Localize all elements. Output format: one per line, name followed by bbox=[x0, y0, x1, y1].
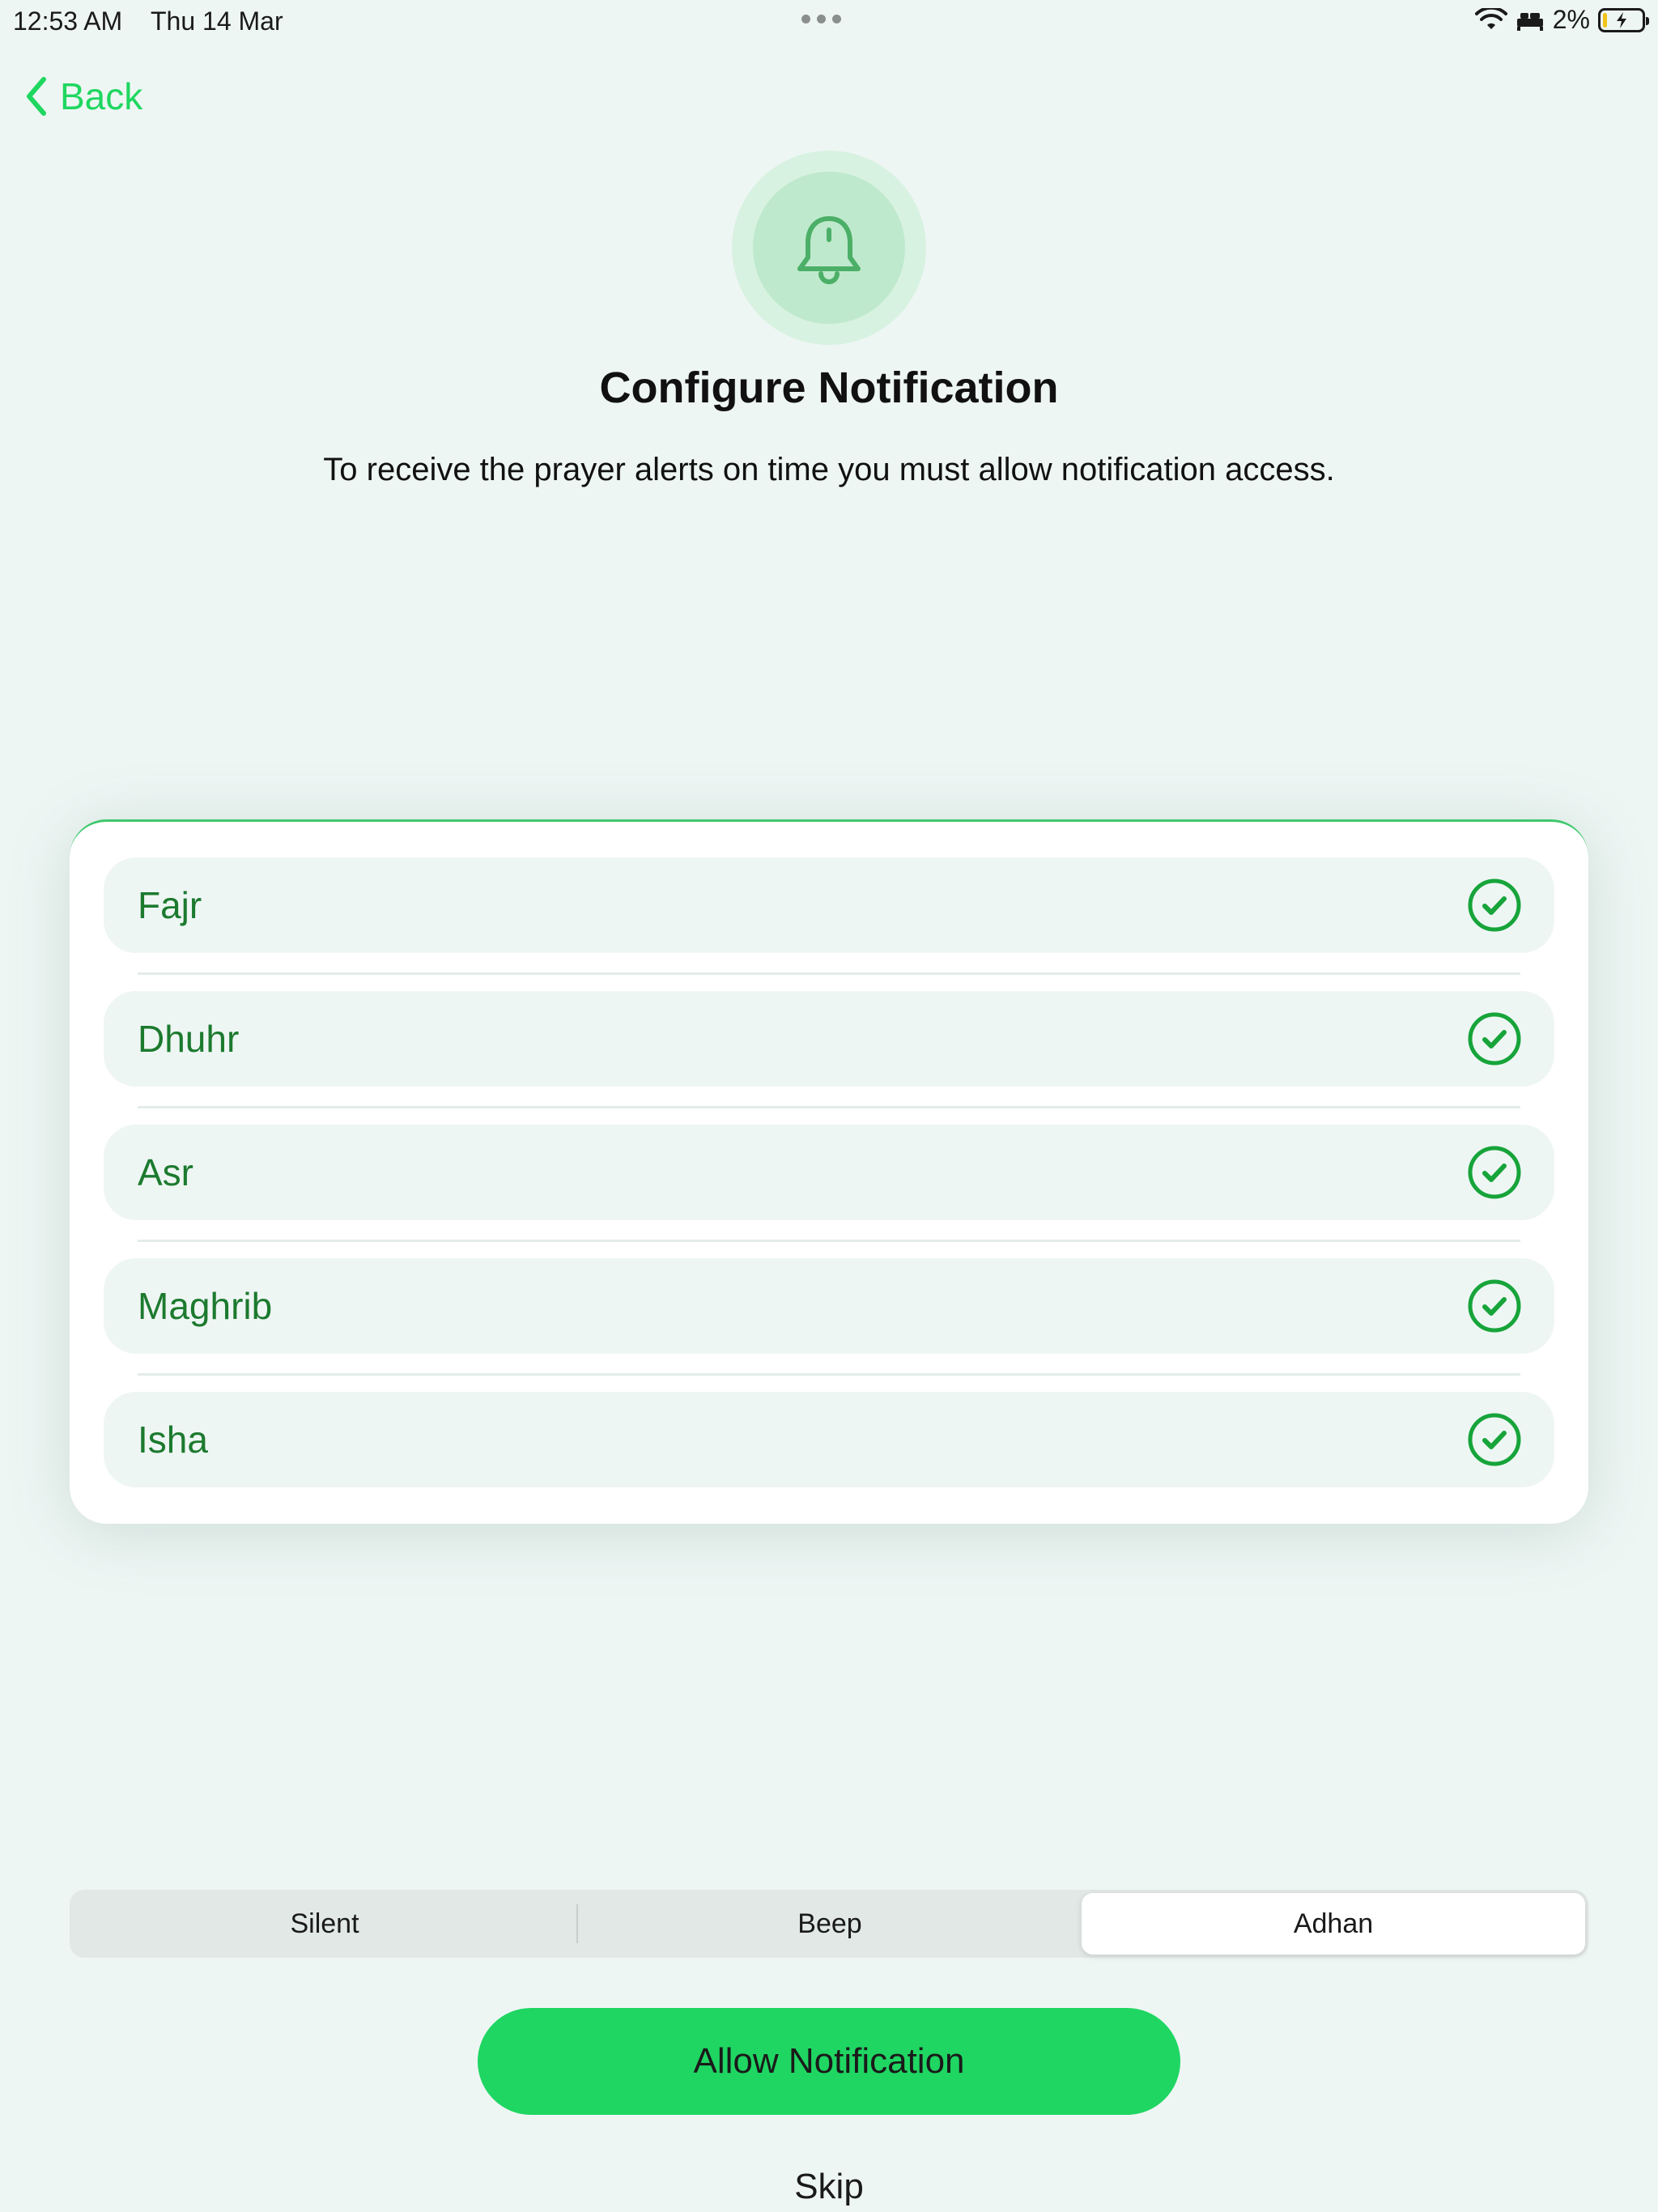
prayer-row-isha[interactable]: Isha bbox=[104, 1392, 1554, 1487]
wifi-icon bbox=[1474, 7, 1507, 29]
status-date: Thu 14 Mar bbox=[151, 6, 283, 36]
check-circle-icon[interactable] bbox=[1467, 878, 1522, 933]
status-time: 12:53 AM bbox=[13, 6, 123, 36]
row-divider bbox=[138, 1106, 1520, 1108]
segment-beep[interactable]: Beep bbox=[578, 1893, 1082, 1955]
bed-icon bbox=[1516, 12, 1543, 31]
page-title: Configure Notification bbox=[599, 364, 1059, 412]
chevron-left-icon bbox=[27, 77, 46, 116]
prayer-row-fajr[interactable]: Fajr bbox=[104, 857, 1554, 953]
prayer-label: Fajr bbox=[138, 884, 202, 926]
sound-mode-segmented-control: Silent Beep Adhan bbox=[70, 1890, 1588, 1958]
status-bar: 12:53 AM Thu 14 Mar 2% bbox=[0, 0, 1658, 42]
prayer-list-card: Fajr Dhuhr Asr Maghrib Isha bbox=[70, 819, 1588, 1524]
bell-icon-badge bbox=[732, 151, 926, 345]
row-divider bbox=[138, 1240, 1520, 1242]
prayer-label: Dhuhr bbox=[138, 1018, 240, 1060]
check-circle-icon[interactable] bbox=[1467, 1011, 1522, 1066]
prayer-row-dhuhr[interactable]: Dhuhr bbox=[104, 991, 1554, 1087]
status-indicators: 2% bbox=[1474, 5, 1649, 35]
back-label: Back bbox=[60, 75, 143, 117]
skip-button[interactable]: Skip bbox=[0, 2167, 1658, 2207]
allow-notification-button[interactable]: Allow Notification bbox=[478, 2008, 1180, 2115]
check-circle-icon[interactable] bbox=[1467, 1145, 1522, 1200]
prayer-label: Asr bbox=[138, 1151, 193, 1193]
bell-icon bbox=[797, 216, 861, 284]
row-divider bbox=[138, 1373, 1520, 1376]
prayer-label: Maghrib bbox=[138, 1285, 273, 1327]
battery-charging-icon bbox=[1598, 7, 1649, 32]
segment-adhan[interactable]: Adhan bbox=[1082, 1893, 1585, 1955]
multitasking-dots-icon[interactable] bbox=[801, 15, 841, 23]
check-circle-icon[interactable] bbox=[1467, 1412, 1522, 1467]
segment-silent[interactable]: Silent bbox=[73, 1893, 576, 1955]
prayer-row-asr[interactable]: Asr bbox=[104, 1125, 1554, 1220]
prayer-row-maghrib[interactable]: Maghrib bbox=[104, 1258, 1554, 1354]
prayer-label: Isha bbox=[138, 1419, 208, 1461]
battery-percent: 2% bbox=[1552, 5, 1590, 34]
row-divider bbox=[138, 972, 1520, 975]
check-circle-icon[interactable] bbox=[1467, 1278, 1522, 1334]
page-subtitle: To receive the prayer alerts on time you… bbox=[323, 452, 1335, 487]
back-button[interactable]: Back bbox=[24, 74, 142, 118]
notification-setup-screen: 12:53 AM Thu 14 Mar 2% Back Configure No… bbox=[0, 0, 1658, 2212]
